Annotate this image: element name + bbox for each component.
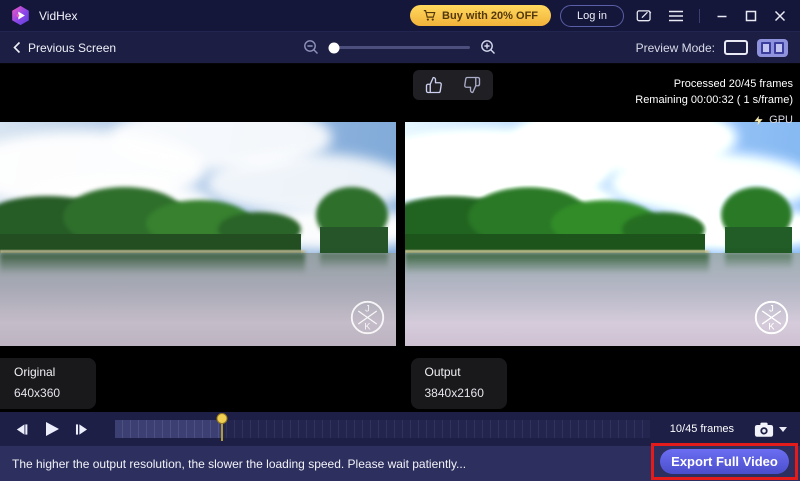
feedback-button[interactable] — [633, 5, 656, 27]
titlebar-separator — [699, 9, 700, 23]
output-video: J K — [405, 122, 800, 346]
buy-button-label: Buy with 20% OFF — [442, 10, 538, 22]
status-text: The higher the output resolution, the sl… — [12, 457, 466, 471]
playback-bar: 10/45 frames — [0, 412, 800, 446]
thumbs-up-button[interactable] — [419, 73, 449, 97]
camera-icon — [754, 421, 774, 438]
watermark-badge: J K — [349, 299, 386, 336]
title-bar: VidHex Buy with 20% OFF Log in — [0, 0, 800, 32]
svg-text:K: K — [364, 322, 371, 332]
preview-mode-label: Preview Mode: — [636, 41, 715, 55]
export-highlight-annotation: Export Full Video — [651, 443, 798, 480]
original-title: Original — [14, 365, 82, 379]
lightning-icon — [753, 114, 764, 127]
play-button[interactable] — [39, 417, 63, 441]
next-frame-icon — [73, 421, 90, 438]
prev-frame-icon — [13, 421, 30, 438]
zoom-out-icon[interactable] — [303, 39, 320, 56]
original-pane: J K Original 640x360 — [0, 64, 396, 412]
remaining-time-text: Remaining 00:00:32 ( 1 s/frame) — [635, 92, 793, 108]
output-title: Output — [425, 365, 493, 379]
zoom-slider-knob[interactable] — [329, 42, 340, 53]
watermark-badge: J K — [753, 299, 790, 336]
app-title: VidHex — [39, 9, 77, 23]
svg-text:J: J — [769, 303, 774, 313]
previous-frame-button[interactable] — [9, 417, 33, 441]
login-button[interactable]: Log in — [560, 5, 624, 27]
processed-frames-text: Processed 20/45 frames — [635, 76, 793, 92]
status-bar: The higher the output resolution, the sl… — [0, 446, 800, 481]
close-icon — [773, 9, 787, 23]
previous-screen-label: Previous Screen — [28, 41, 116, 55]
preview-mode-control: Preview Mode: — [636, 39, 788, 57]
output-label: Output 3840x2160 — [411, 358, 507, 409]
thumbs-down-button[interactable] — [457, 73, 487, 97]
menu-icon — [668, 9, 684, 23]
frame-counter: 10/45 frames — [670, 423, 734, 435]
nav-bar: Previous Screen Preview Mode: — [0, 32, 800, 64]
playhead[interactable] — [221, 416, 223, 441]
caret-down-icon — [779, 427, 787, 432]
previous-screen-button[interactable]: Previous Screen — [12, 41, 116, 55]
output-pane: J K Processed 20/45 frames Re — [405, 64, 800, 412]
chevron-left-icon — [12, 41, 22, 54]
output-resolution: 3840x2160 — [425, 386, 493, 400]
comparison-viewer: J K Original 640x360 — [0, 64, 800, 412]
timeline-fill — [115, 420, 222, 438]
feedback-icon — [636, 8, 653, 24]
original-video: J K — [0, 122, 396, 346]
maximize-icon — [744, 9, 758, 23]
gpu-label: GPU — [769, 112, 793, 128]
original-label: Original 640x360 — [0, 358, 96, 409]
rating-box — [413, 70, 493, 100]
maximize-button[interactable] — [741, 6, 761, 26]
app-window: VidHex Buy with 20% OFF Log in — [0, 0, 800, 481]
split-view-right-half — [774, 42, 784, 54]
thumbs-up-icon — [425, 76, 443, 94]
svg-text:J: J — [365, 303, 370, 313]
brand: VidHex — [10, 5, 77, 26]
next-frame-button[interactable] — [69, 417, 93, 441]
snapshot-button[interactable] — [750, 419, 791, 440]
minimize-button[interactable] — [712, 6, 732, 26]
zoom-in-icon[interactable] — [480, 39, 497, 56]
app-logo-icon — [10, 5, 31, 26]
menu-button[interactable] — [665, 6, 687, 26]
thumbs-down-icon — [463, 76, 481, 94]
export-full-video-button[interactable]: Export Full Video — [660, 449, 789, 474]
timeline[interactable] — [115, 420, 650, 438]
split-view-icon[interactable] — [757, 39, 788, 57]
zoom-slider[interactable] — [330, 46, 470, 49]
play-icon — [41, 419, 61, 439]
close-button[interactable] — [770, 6, 790, 26]
split-view-left-half — [761, 42, 771, 54]
minimize-icon — [715, 9, 729, 23]
zoom-control — [303, 32, 497, 63]
buy-button[interactable]: Buy with 20% OFF — [410, 5, 551, 26]
gpu-indicator: GPU — [635, 112, 793, 128]
process-info: Processed 20/45 frames Remaining 00:00:3… — [635, 76, 793, 128]
single-view-icon[interactable] — [724, 40, 748, 55]
svg-text:K: K — [768, 322, 775, 332]
cart-icon — [423, 9, 436, 22]
original-resolution: 640x360 — [14, 386, 82, 400]
